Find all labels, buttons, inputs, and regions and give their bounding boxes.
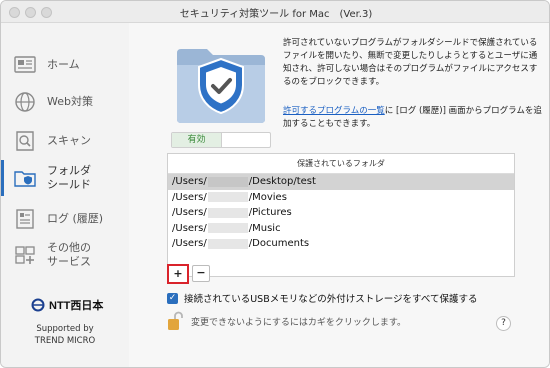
folder-path-prefix: /Users/: [172, 207, 207, 219]
protected-folders-table: 保護されているフォルダ /Users/ /Desktop/test /Users/…: [167, 153, 515, 277]
supported-by-line: Supported by: [36, 324, 94, 334]
scan-icon: [16, 131, 34, 151]
folder-path-suffix: /Pictures: [248, 207, 292, 219]
sidebar-item-label: スキャン: [47, 134, 91, 147]
redacted-username: [207, 192, 248, 203]
folder-path-prefix: /Users/: [172, 176, 207, 188]
folder-path-prefix: /Users/: [172, 222, 207, 234]
table-row[interactable]: /Users/ /Music: [168, 221, 514, 237]
sidebar-item-label: ホーム: [47, 58, 80, 71]
services-icon: [15, 246, 35, 264]
usb-protection-label[interactable]: 接続されているUSBメモリなどの外付けストレージをすべて保護する: [184, 291, 477, 305]
redacted-username: [207, 223, 248, 234]
sidebar-item-scan[interactable]: スキャン: [1, 123, 129, 159]
sidebar-item-label: ログ (履歴): [47, 212, 104, 225]
toggle-off-segment[interactable]: [222, 133, 270, 147]
folder-path-suffix: /Music: [248, 222, 281, 234]
sidebar: ホーム Web対策 スキャン フォルダ シールド ログ (履歴) その他の サー…: [1, 23, 129, 367]
folder-path-suffix: /Desktop/test: [248, 176, 316, 188]
title-bar: セキュリティ対策ツール for Mac (Ver.3): [1, 1, 549, 23]
table-row[interactable]: /Users/ /Desktop/test: [168, 174, 514, 190]
window-title: セキュリティ対策ツール for Mac (Ver.3): [179, 9, 373, 20]
table-header: 保護されているフォルダ: [168, 154, 514, 174]
remove-folder-button[interactable]: −: [192, 265, 210, 282]
folder-shield-icon: [14, 171, 36, 187]
brand-name: NTT西日本: [49, 300, 104, 312]
globe-icon: [15, 92, 35, 112]
help-button[interactable]: ?: [496, 316, 511, 331]
add-folder-button[interactable]: +: [167, 264, 189, 284]
redacted-username: [207, 207, 248, 218]
allowed-programs-link[interactable]: 許可するプログラムの一覧: [283, 106, 385, 116]
sidebar-item-web[interactable]: Web対策: [1, 84, 129, 120]
sidebar-item-folder-shield[interactable]: フォルダ シールド: [1, 160, 129, 196]
usb-protection-checkbox[interactable]: ✓: [167, 292, 178, 304]
folder-path-prefix: /Users/: [172, 238, 207, 250]
sidebar-item-home[interactable]: ホーム: [1, 47, 129, 83]
brand-logo: NTT西日本: [31, 297, 103, 313]
supported-by-company: TREND MICRO: [34, 336, 96, 346]
folder-path-prefix: /Users/: [172, 191, 207, 203]
log-icon: [16, 209, 34, 229]
sidebar-item-label: Web対策: [47, 95, 93, 108]
ntt-logo-icon: [31, 298, 45, 312]
redacted-username: [207, 176, 248, 187]
folder-shield-toggle[interactable]: 有効: [171, 132, 271, 148]
folder-shield-description: 許可されていないプログラムがフォルダシールドで保護されているファイルを開いたり、…: [283, 38, 538, 87]
lock-instruction: 変更できないようにするにはカギをクリックします。: [191, 317, 407, 328]
table-row[interactable]: /Users/ /Movies: [168, 190, 514, 206]
home-icon: [14, 56, 36, 73]
table-row[interactable]: /Users/ /Documents: [168, 236, 514, 252]
add-folder-button-label: +: [173, 267, 183, 280]
redacted-username: [207, 238, 248, 249]
folder-path-suffix: /Movies: [248, 191, 287, 203]
main-panel: 許可されていないプログラムがフォルダシールドで保護されているファイルを開いたり、…: [129, 23, 549, 367]
app-window: セキュリティ対策ツール for Mac (Ver.3) ホーム Web対策 スキ…: [0, 0, 550, 368]
allowed-programs-note: 許可するプログラムの一覧に [ログ (履歴)] 画面からプログラムを追加すること…: [283, 105, 543, 131]
sidebar-item-label: フォルダ シールド: [47, 164, 91, 191]
sidebar-item-other-services[interactable]: その他の サービス: [1, 237, 129, 273]
sidebar-item-log[interactable]: ログ (履歴): [1, 201, 129, 237]
sidebar-item-label: その他の サービス: [47, 241, 91, 268]
folder-path-suffix: /Documents: [248, 238, 310, 250]
table-row[interactable]: /Users/ /Pictures: [168, 205, 514, 221]
usb-protection-option: ✓ 接続されているUSBメモリなどの外付けストレージをすべて保護する: [167, 291, 477, 305]
toggle-on-label: 有効: [172, 133, 222, 147]
lock-row: 変更できないようにするにはカギをクリックします。: [167, 311, 406, 331]
supported-by: Supported by TREND MICRO: [1, 323, 129, 347]
lock-icon[interactable]: [167, 311, 183, 331]
folder-shield-illustration: [177, 49, 265, 123]
